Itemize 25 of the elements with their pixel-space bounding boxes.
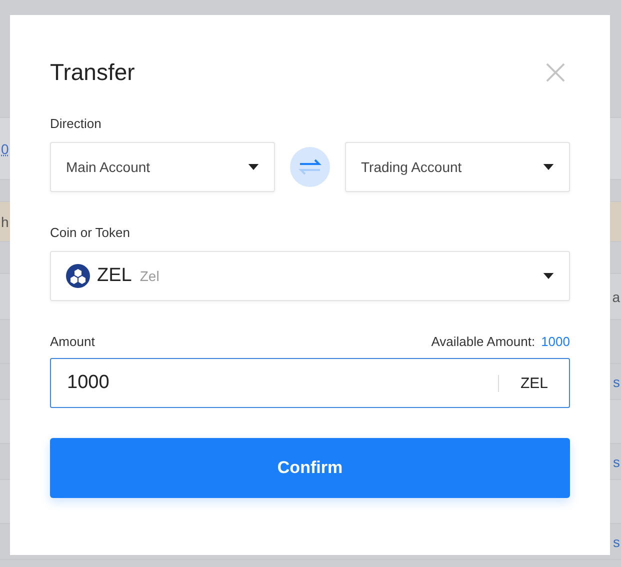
background-text: s [613,454,620,470]
amount-field[interactable]: 1000 ZEL [50,358,570,408]
caret-icon [543,164,554,170]
swap-icon[interactable] [290,147,330,187]
coin-icon [66,264,90,288]
direction-label: Direction [50,116,102,131]
background-text: h [1,214,9,230]
coin-select[interactable]: ZEL Zel [50,251,570,301]
caret-icon [248,164,259,170]
background-text: 0 [1,140,9,156]
available-amount-value[interactable]: 1000 [541,334,570,349]
amount-label: Amount [50,334,95,349]
background-text: s [613,534,620,550]
amount-unit: ZEL [498,374,569,392]
background-text: a [612,288,620,304]
confirm-button[interactable]: Confirm [50,438,570,498]
amount-input[interactable]: 1000 [51,372,498,394]
dialog-title: Transfer [50,59,135,86]
to-account-select[interactable]: Trading Account [345,142,570,192]
available-amount-label: Available Amount: [431,334,536,349]
coin-label: Coin or Token [50,225,131,240]
coin-symbol: ZEL [97,265,132,287]
background-text: s [613,374,620,390]
from-account-select[interactable]: Main Account [50,142,275,192]
coin-name: Zel [140,268,160,284]
